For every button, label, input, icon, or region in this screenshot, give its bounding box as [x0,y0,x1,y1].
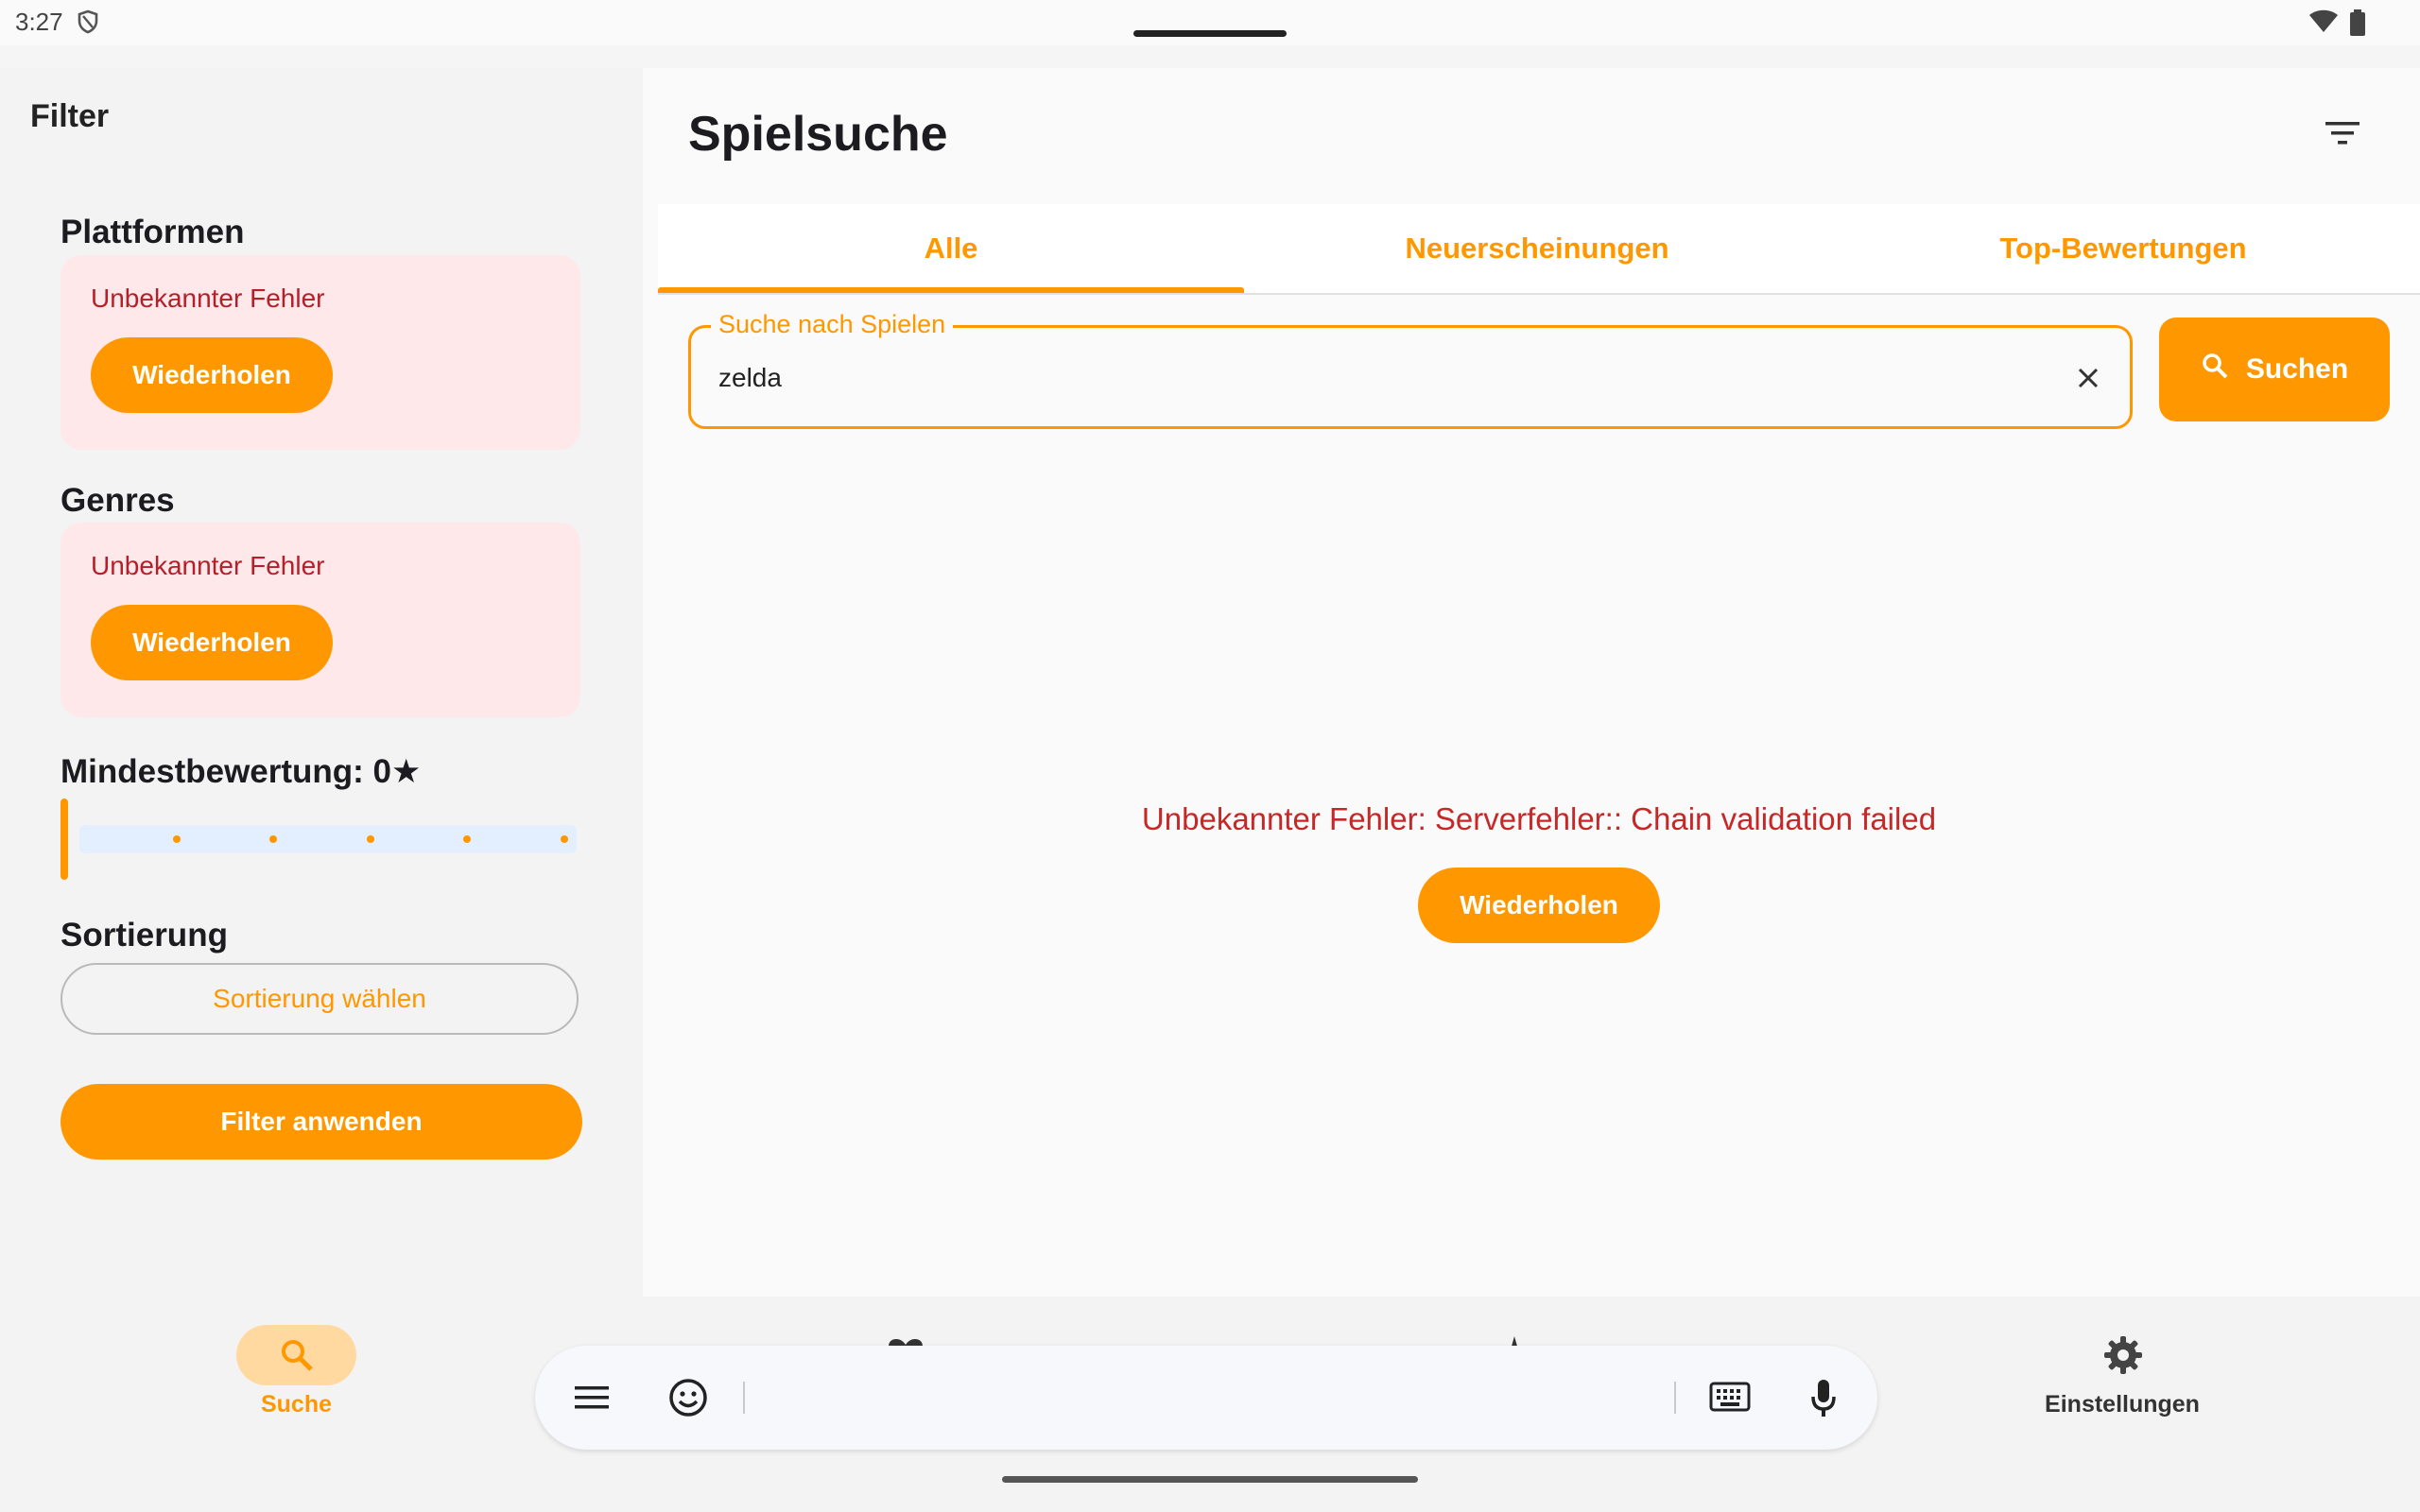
platforms-error-text: Unbekannter Fehler [91,284,325,313]
home-indicator [1002,1476,1418,1483]
search-icon[interactable] [278,1336,316,1379]
tab-alle[interactable]: Alle [658,204,1244,293]
min-rating-title: Mindestbewertung: 0★ [60,753,422,790]
nav-item-einstellungen[interactable]: Einstellungen [2028,1391,2217,1418]
search-icon [2201,352,2229,387]
genres-error-text: Unbekannter Fehler [91,551,325,580]
search-input[interactable] [688,325,2133,429]
keyboard-icon[interactable] [1709,1382,1751,1418]
rating-slider-track[interactable] [79,825,577,853]
sorting-title: Sortierung [60,917,228,954]
search-label: Suche nach Spielen [711,310,954,339]
filter-list-icon[interactable] [2324,119,2361,152]
toolbar-divider [1674,1382,1676,1414]
platforms-retry-button[interactable]: Wiederholen [91,337,333,413]
slider-tick [367,835,374,843]
platforms-title: Plattformen [60,214,245,250]
status-bar [0,0,2420,45]
sort-select-button[interactable]: Sortierung wählen [60,963,579,1035]
toolbar-divider [743,1382,745,1414]
search-input-value[interactable]: zelda [718,363,782,393]
slider-tick [463,835,471,843]
keyboard-toolbar [535,1346,1877,1450]
status-time: 3:27 [15,8,63,36]
wifi-icon [2308,9,2339,39]
tab-top-bewertungen[interactable]: Top-Bewertungen [1830,204,2416,293]
main-retry-button[interactable]: Wiederholen [1418,868,1660,943]
nav-item-suche[interactable]: Suche [236,1391,356,1418]
rating-slider-thumb[interactable] [60,799,68,880]
slider-tick [173,835,181,843]
battery-icon [2350,9,2365,41]
slider-tick [269,835,277,843]
gear-icon[interactable] [2102,1334,2144,1381]
genres-retry-button[interactable]: Wiederholen [91,605,333,680]
tab-indicator [658,287,1244,293]
shield-icon [78,9,98,39]
search-button[interactable]: Suchen [2159,318,2390,421]
menu-icon[interactable] [573,1383,611,1418]
top-handle [1133,30,1287,37]
filter-panel-title: Filter [30,98,110,134]
search-button-label: Suchen [2245,353,2349,385]
microphone-icon[interactable] [1809,1378,1838,1422]
emoji-icon[interactable] [668,1378,708,1422]
slider-tick [561,835,568,843]
clear-icon[interactable] [2074,364,2102,397]
tab-bar: Alle Neuerscheinungen Top-Bewertungen [658,204,2420,295]
genres-title: Genres [60,482,175,519]
main-error-message: Unbekannter Fehler: Serverfehler:: Chain… [1141,801,1937,836]
apply-filter-button[interactable]: Filter anwenden [60,1084,582,1160]
page-title: Spielsuche [688,107,948,162]
tab-neuerscheinungen[interactable]: Neuerscheinungen [1244,204,1830,293]
